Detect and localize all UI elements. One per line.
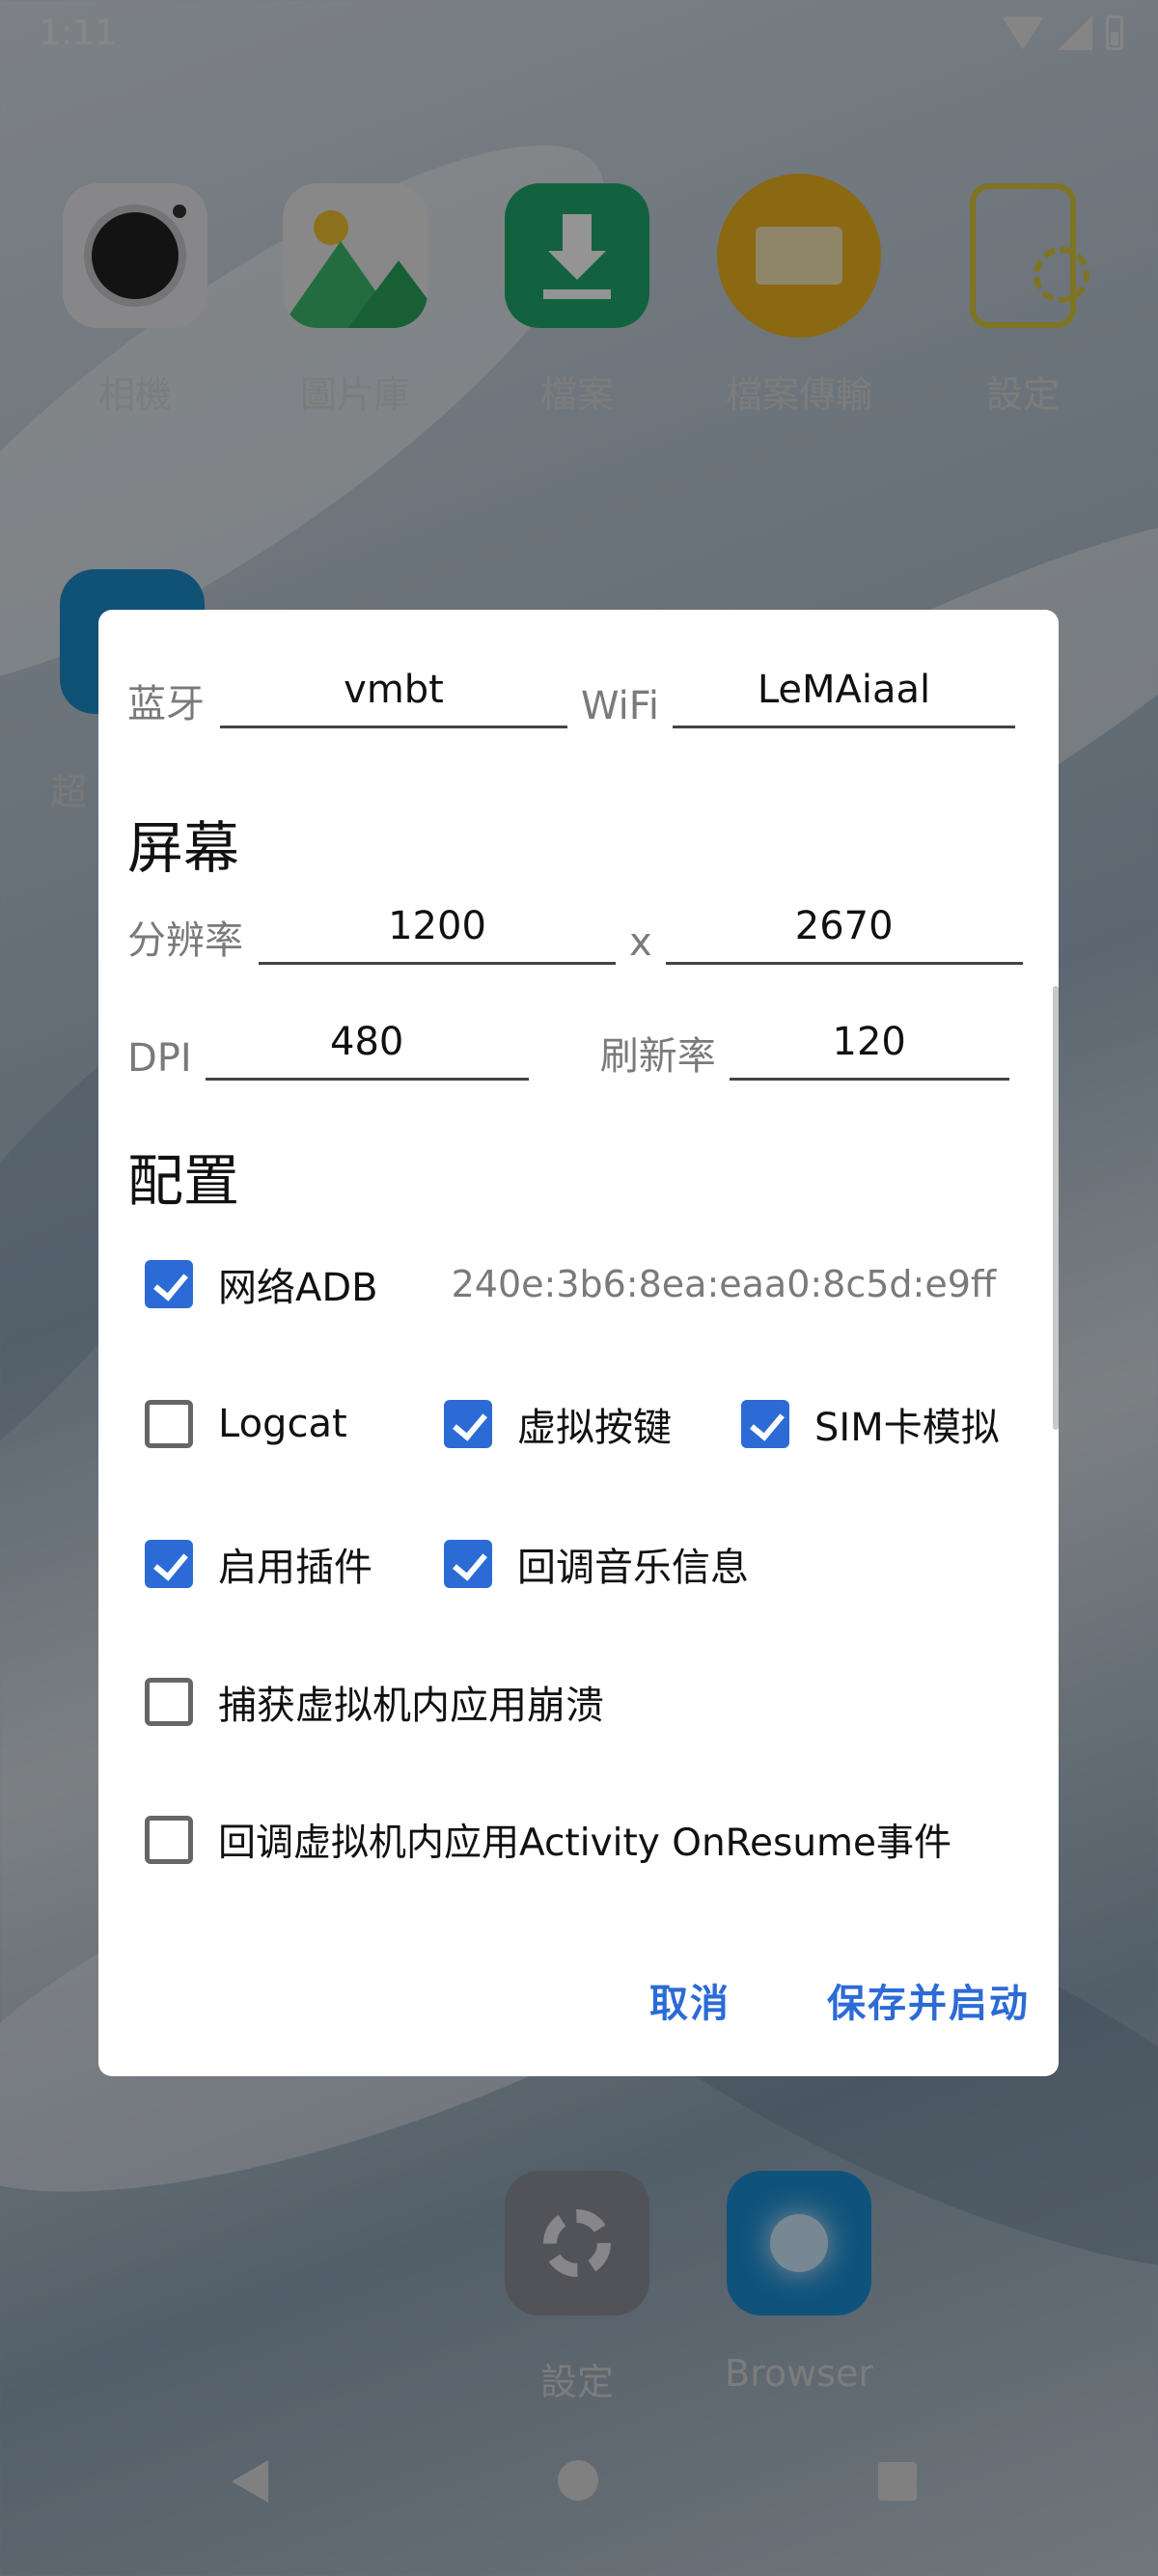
sim-emulation-label: SIM卡模拟: [814, 1406, 1000, 1450]
logcat-label: Logcat: [218, 1402, 347, 1446]
resolution-height-field[interactable]: 2670: [665, 904, 1023, 965]
wifi-label: WiFi: [581, 684, 659, 728]
config-section-title: 配置: [127, 1148, 240, 1214]
catch-crash-label: 捕获虚拟机内应用崩溃: [218, 1684, 604, 1728]
enable-plugins-checkbox[interactable]: 启用插件: [145, 1536, 444, 1592]
checkbox-checked-icon: [444, 1400, 492, 1448]
dpi-field[interactable]: 480: [205, 1020, 529, 1081]
resolution-x-label: x: [629, 920, 652, 965]
logcat-checkbox[interactable]: Logcat: [145, 1400, 444, 1448]
music-callback-label: 回调音乐信息: [517, 1546, 749, 1590]
checkbox-checked-icon: [741, 1400, 789, 1448]
enable-plugins-label: 启用插件: [218, 1546, 372, 1590]
checkbox-checked-icon: [145, 1540, 193, 1588]
sim-emulation-checkbox[interactable]: SIM卡模拟: [741, 1396, 1000, 1452]
bluetooth-name-field[interactable]: vmbt: [220, 668, 567, 728]
bluetooth-label: 蓝牙: [127, 682, 205, 726]
checkbox-checked-icon: [145, 1260, 193, 1308]
checkbox-unchecked-icon: [145, 1816, 193, 1864]
dialog-scrollbar[interactable]: [1053, 986, 1059, 1430]
network-adb-checkbox[interactable]: 网络ADB: [145, 1256, 378, 1312]
resolution-width-field[interactable]: 1200: [259, 904, 616, 965]
catch-crash-checkbox[interactable]: 捕获虚拟机内应用崩溃: [145, 1674, 604, 1730]
save-and-start-button[interactable]: 保存并启动: [827, 1972, 1030, 2028]
dpi-label: DPI: [127, 1036, 192, 1081]
checkbox-unchecked-icon: [145, 1400, 193, 1448]
wifi-name-field[interactable]: LeMAiaal: [673, 668, 1015, 728]
virtual-keys-label: 虚拟按键: [517, 1406, 672, 1450]
refresh-rate-label: 刷新率: [599, 1034, 716, 1079]
cancel-button[interactable]: 取消: [649, 1972, 731, 2028]
network-adb-label: 网络ADB: [218, 1266, 378, 1310]
resolution-label: 分辨率: [127, 918, 243, 963]
adb-address-text: 240e:3b6:8ea:eaa0:8c5d:e9ff: [451, 1263, 997, 1305]
virtual-keys-checkbox[interactable]: 虚拟按键: [444, 1396, 741, 1452]
music-callback-checkbox[interactable]: 回调音乐信息: [444, 1536, 749, 1592]
activity-callback-label: 回调虚拟机内应用Activity OnResume事件: [218, 1822, 952, 1865]
activity-callback-checkbox[interactable]: 回调虚拟机内应用Activity OnResume事件: [145, 1813, 951, 1867]
refresh-rate-field[interactable]: 120: [729, 1020, 1009, 1081]
checkbox-checked-icon: [444, 1540, 492, 1588]
screen-section-title: 屏幕: [127, 815, 240, 881]
settings-dialog: 蓝牙 vmbt WiFi LeMAiaal 屏幕 分辨率 1200 x 2670…: [98, 610, 1059, 2076]
checkbox-unchecked-icon: [145, 1678, 193, 1726]
